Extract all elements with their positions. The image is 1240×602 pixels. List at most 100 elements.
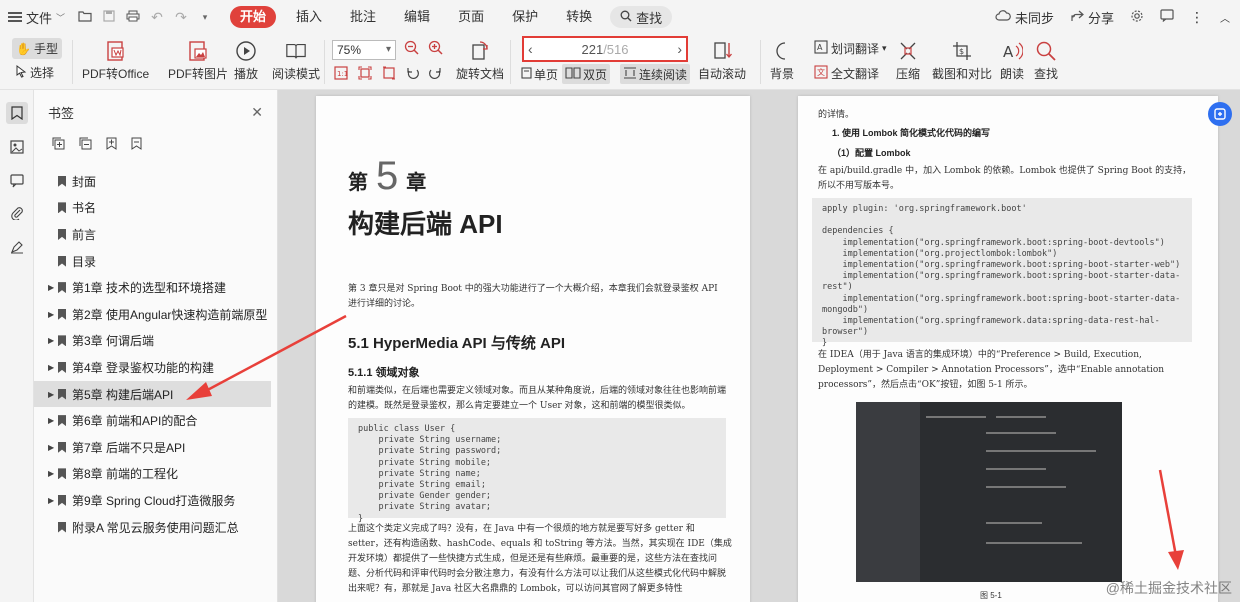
bookmark-panel-icon[interactable] [6, 102, 28, 124]
share-button[interactable]: 分享 [1070, 8, 1114, 27]
expand-arrow-icon[interactable]: ▶ [48, 283, 54, 292]
attachment-icon[interactable] [6, 202, 28, 224]
compress-button[interactable]: 压缩 [896, 40, 920, 82]
tab-annotate[interactable]: 批注 [336, 0, 390, 34]
play-button[interactable]: 播放 [234, 40, 258, 82]
bookmark-flag-icon [58, 335, 66, 347]
document-viewport[interactable]: 第5章 构建后端 API 第 3 章只是对 Spring Boot 中的强大功能… [278, 90, 1240, 602]
actual-size-icon[interactable]: 1:1 [334, 66, 348, 80]
floating-tool-button[interactable] [1208, 102, 1232, 126]
read-mode-button[interactable]: 阅读模式 [272, 40, 320, 82]
bookmark-item[interactable]: ▶ 第9章 Spring Cloud打造微服务 [34, 487, 277, 514]
single-page-button[interactable]: 单页 [518, 64, 561, 84]
search-button[interactable]: 查找 [610, 6, 673, 28]
zoom-out-icon[interactable] [404, 40, 419, 55]
svg-text:$: $ [959, 47, 964, 56]
sync-status-button[interactable]: 未同步 [995, 8, 1054, 27]
prev-page-icon[interactable]: ‹ [528, 41, 533, 57]
expand-arrow-icon[interactable]: ▶ [48, 443, 54, 452]
expand-arrow-icon[interactable]: ▶ [48, 469, 54, 478]
bookmark-item[interactable]: 目录 [34, 248, 277, 275]
hand-tool-label: 手型 [33, 42, 58, 56]
bookmark-item[interactable]: 封面 [34, 168, 277, 195]
undo-icon[interactable]: ↶ [150, 9, 164, 26]
hand-tool-button[interactable]: ✋ 手型 [12, 38, 62, 59]
close-icon[interactable]: ✕ [251, 104, 263, 121]
full-translate-icon: 文 [814, 65, 828, 82]
continuous-reading-button[interactable]: 连续阅读 [620, 64, 691, 84]
zoom-in-icon[interactable] [428, 40, 443, 55]
read-aloud-button[interactable]: A 朗读 [1000, 40, 1024, 82]
bookmark-item[interactable]: 书名 [34, 195, 277, 222]
select-tool-button[interactable]: 选择 [16, 64, 54, 81]
rotate-left-icon[interactable] [406, 66, 420, 80]
bookmark-item[interactable]: ▶ 第8章 前端的工程化 [34, 461, 277, 488]
gear-icon[interactable] [1130, 9, 1144, 26]
svg-text:A: A [817, 43, 823, 52]
screenshot-compare-button[interactable]: $ 截图和对比 [932, 40, 992, 82]
expand-arrow-icon[interactable]: ▶ [48, 363, 54, 372]
expand-arrow-icon[interactable]: ▶ [48, 496, 54, 505]
moon-icon [771, 40, 793, 62]
word-translate-button[interactable]: A 划词翻译 ▾ [814, 40, 887, 57]
bookmark-item[interactable]: ▶ 第2章 使用Angular快速构造前端原型 [34, 301, 277, 328]
pdf-to-image-button[interactable]: PDF转图片 [168, 40, 228, 82]
expand-arrow-icon[interactable]: ▶ [48, 390, 54, 399]
signature-icon[interactable] [6, 236, 28, 258]
figure-sidebar [856, 402, 920, 582]
expand-arrow-icon[interactable]: ▶ [48, 416, 54, 425]
bookmark-item[interactable]: ▶ 第1章 技术的选型和环境搭建 [34, 274, 277, 301]
redo-icon[interactable]: ↷ [174, 9, 188, 26]
tab-insert[interactable]: 插入 [282, 0, 336, 34]
comment-icon[interactable] [6, 170, 28, 192]
bookmark-flag-icon [58, 361, 66, 373]
bookmark-item[interactable]: 前言 [34, 221, 277, 248]
rotate-right-icon[interactable] [428, 66, 442, 80]
fit-width-icon[interactable] [382, 66, 396, 80]
more-dropdown-icon[interactable]: ▾ [198, 12, 212, 23]
rotate-document-icon [469, 40, 491, 62]
bookmark-item[interactable]: ▶ 第3章 何谓后端 [34, 328, 277, 355]
bookmark-flag-icon [58, 494, 66, 506]
translate-icon: A [814, 40, 828, 57]
full-translate-button[interactable]: 文 全文翻译 [814, 65, 879, 82]
page-number-input[interactable]: 221/516 [581, 42, 628, 57]
open-folder-icon[interactable] [78, 9, 92, 25]
bookmark-item[interactable]: ▶ 第4章 登录鉴权功能的构建 [34, 354, 277, 381]
double-page-button[interactable]: 双页 [562, 64, 611, 84]
rotate-document-button[interactable]: 旋转文档 [456, 40, 504, 82]
save-icon[interactable] [102, 9, 116, 25]
more-icon[interactable]: ⋮ [1190, 9, 1204, 26]
bookmark-item[interactable]: ▶ 第7章 后端不只是API [34, 434, 277, 461]
background-button[interactable]: 背景 [770, 40, 794, 82]
print-icon[interactable] [126, 9, 140, 25]
tab-start[interactable]: 开始 [230, 6, 277, 28]
zoom-select[interactable]: 75% [332, 40, 396, 60]
collapse-all-icon[interactable] [79, 137, 92, 153]
add-bookmark-icon[interactable] [106, 137, 117, 153]
remove-bookmark-icon[interactable] [131, 137, 142, 153]
tab-page[interactable]: 页面 [444, 0, 498, 34]
pdf-to-office-button[interactable]: PDF转Office [82, 40, 149, 82]
bookmark-item[interactable]: ▶ 第6章 前端和API的配合 [34, 407, 277, 434]
expand-arrow-icon[interactable]: ▶ [48, 310, 54, 319]
continuous-icon [623, 66, 637, 82]
auto-scroll-button[interactable]: 自动滚动 [698, 40, 746, 82]
thumbnail-icon[interactable] [6, 136, 28, 158]
bookmark-item[interactable]: 附录A 常见云服务使用问题汇总 [34, 514, 277, 541]
file-menu-button[interactable]: 文件 ﹀ [0, 8, 78, 27]
expand-all-icon[interactable] [52, 137, 65, 153]
bookmark-item-selected[interactable]: ▶ 第5章 构建后端API [34, 380, 271, 408]
collapse-ribbon-icon[interactable]: ︿ [1220, 10, 1230, 25]
fit-page-icon[interactable] [358, 66, 372, 80]
expand-arrow-icon[interactable]: ▶ [48, 336, 54, 345]
next-page-icon[interactable]: › [677, 41, 682, 57]
tab-convert[interactable]: 转换 [552, 0, 606, 34]
find-button[interactable]: 查找 [1034, 40, 1058, 82]
bookmark-label: 目录 [72, 254, 97, 269]
tab-protect[interactable]: 保护 [498, 0, 552, 34]
message-icon[interactable] [1160, 9, 1174, 25]
tab-edit[interactable]: 编辑 [390, 0, 444, 34]
chapter-prefix: 第 [348, 172, 368, 194]
file-menu-label: 文件 [26, 10, 53, 26]
